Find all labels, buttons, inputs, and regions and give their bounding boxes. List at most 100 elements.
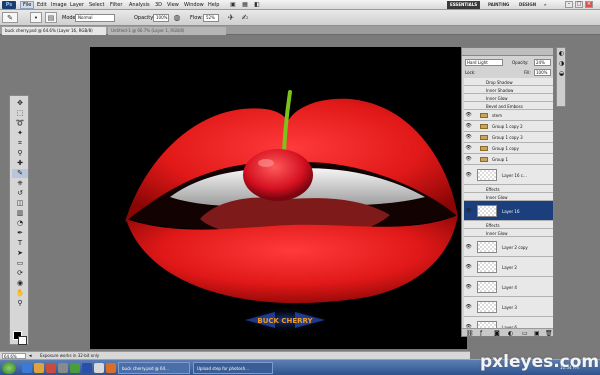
brush-preset-picker[interactable]: • <box>30 12 42 23</box>
firefox-icon[interactable] <box>106 363 116 373</box>
menu-help[interactable]: Help <box>208 2 219 8</box>
menu-image[interactable]: Image <box>51 2 67 8</box>
photoshop-task-icon[interactable] <box>82 363 92 373</box>
tab-untitled-1[interactable]: Untitled-1 @ 66.7% (Layer 1, RGB/8) <box>108 27 226 35</box>
history-brush-tool-icon[interactable]: ↺ <box>12 189 28 198</box>
layer-effect-row[interactable]: Bevel and Emboss <box>464 102 553 110</box>
menu-edit[interactable]: Edit <box>37 2 47 8</box>
taskbar-photoshop-button[interactable]: buck cherry.psd @ 64... <box>118 362 190 374</box>
color-panel-icon[interactable]: ◐ <box>558 50 565 57</box>
visibility-eye-icon[interactable]: 👁 <box>465 172 472 178</box>
flow-input[interactable]: 52% <box>203 14 219 22</box>
fx-icon[interactable]: ƒ <box>480 330 482 336</box>
menu-layer[interactable]: Layer <box>70 2 84 8</box>
tab-buck-cherry[interactable]: buck cherry.psd @ 64.6% (Layer 16, RGB/8… <box>2 27 106 35</box>
start-button[interactable] <box>2 362 16 374</box>
pressure-opacity-icon[interactable]: ◍ <box>172 13 182 23</box>
layer-row[interactable]: 👁 Layer 2 copy <box>464 237 553 257</box>
eyedropper-tool-icon[interactable]: ⚲ <box>12 149 28 158</box>
layer-effect-row[interactable]: Effects <box>464 221 553 229</box>
zoom-tool-icon[interactable]: ⚲ <box>12 299 28 308</box>
layer-row[interactable]: 👁 Layer 4 <box>464 277 553 297</box>
quick-select-tool-icon[interactable]: ✦ <box>12 129 28 138</box>
pressure-size-icon[interactable]: ✍ <box>240 13 250 23</box>
type-tool-icon[interactable]: T <box>12 239 28 248</box>
restore-icon[interactable]: □ <box>575 1 583 8</box>
visibility-eye-icon[interactable]: 👁 <box>465 134 472 140</box>
3d-camera-tool-icon[interactable]: ◉ <box>12 279 28 288</box>
airbrush-icon[interactable]: ✈ <box>226 13 236 23</box>
visibility-eye-icon[interactable]: 👁 <box>465 264 472 270</box>
minimize-icon[interactable]: – <box>565 1 573 8</box>
app-icon[interactable] <box>58 363 68 373</box>
bridge-icon[interactable]: ▣ <box>228 0 238 10</box>
view-extras-icon[interactable]: ▦ <box>240 0 250 10</box>
lasso-tool-icon[interactable]: ➰ <box>12 119 28 128</box>
visibility-eye-icon[interactable]: 👁 <box>465 123 472 129</box>
menu-window[interactable]: Window <box>184 2 204 8</box>
menu-select[interactable]: Select <box>89 2 104 8</box>
dodge-tool-icon[interactable]: ◔ <box>12 219 28 228</box>
masks-panel-icon[interactable]: ◒ <box>558 70 565 77</box>
ie-icon[interactable] <box>22 363 32 373</box>
visibility-eye-icon[interactable]: 👁 <box>465 304 472 310</box>
new-group-icon[interactable]: ▭ <box>522 330 528 336</box>
menu-file[interactable]: File <box>20 1 35 9</box>
hand-tool-icon[interactable]: ✋ <box>12 289 28 298</box>
media-icon[interactable] <box>46 363 56 373</box>
new-layer-icon[interactable]: ▣ <box>534 330 540 336</box>
brush-tool-icon[interactable]: ✎ <box>12 169 28 178</box>
background-color-swatch[interactable] <box>18 336 27 345</box>
workspace-design[interactable]: DESIGN <box>516 1 539 9</box>
clone-stamp-tool-icon[interactable]: ⎈ <box>12 179 28 188</box>
layer-group-row[interactable]: 👁 stem <box>464 110 553 121</box>
layer-opacity-input[interactable]: 24% <box>534 59 551 66</box>
brush-panel-toggle[interactable]: ▤ <box>45 12 57 23</box>
adjustment-layer-icon[interactable]: ◐ <box>508 330 513 336</box>
mode-select[interactable]: Normal <box>75 14 115 22</box>
visibility-eye-icon[interactable]: 👁 <box>465 112 472 118</box>
taskbar-upload-button[interactable]: Upload step for photosh... <box>193 362 273 374</box>
layer-effect-row[interactable]: Inner Glow <box>464 193 553 201</box>
layer-row[interactable]: 👁 Layer 2 <box>464 257 553 277</box>
fill-input[interactable]: 100% <box>534 69 551 76</box>
menu-analysis[interactable]: Analysis <box>129 2 150 8</box>
menu-3d[interactable]: 3D <box>155 2 162 8</box>
visibility-eye-icon[interactable]: 👁 <box>465 244 472 250</box>
layer-effect-row[interactable]: Drop Shadow <box>464 78 553 86</box>
gradient-tool-icon[interactable]: ▥ <box>12 209 28 218</box>
zoom-level-icon[interactable]: ◧ <box>252 0 262 10</box>
pen-tool-icon[interactable]: ✒ <box>12 229 28 238</box>
layer-row[interactable]: 👁 Layer 3 <box>464 297 553 317</box>
visibility-eye-icon[interactable]: 👁 <box>465 208 472 214</box>
delete-layer-icon[interactable]: 🗑 <box>545 330 553 336</box>
layer-effect-row[interactable]: Inner Glow <box>464 94 553 102</box>
app3-icon[interactable] <box>94 363 104 373</box>
visibility-eye-icon[interactable]: 👁 <box>465 156 472 162</box>
link-layers-icon[interactable]: ⛓ <box>466 330 474 336</box>
tool-preset-picker[interactable]: ✎ <box>2 12 18 23</box>
workspace-essentials[interactable]: ESSENTIALS <box>447 1 481 9</box>
visibility-eye-icon[interactable]: 👁 <box>465 284 472 290</box>
opacity-input[interactable]: 100% <box>153 14 169 22</box>
workspace-painting[interactable]: PAINTING <box>485 1 512 9</box>
document-canvas[interactable]: BUCK CHERRY <box>90 47 467 349</box>
visibility-eye-icon[interactable]: 👁 <box>465 145 472 151</box>
layer-effect-row[interactable]: Inner Shadow <box>464 86 553 94</box>
move-tool-icon[interactable]: ✥ <box>12 99 28 108</box>
shape-tool-icon[interactable]: ▭ <box>12 259 28 268</box>
path-select-tool-icon[interactable]: ➤ <box>12 249 28 258</box>
adjustments-panel-icon[interactable]: ◑ <box>558 60 565 67</box>
app2-icon[interactable] <box>70 363 80 373</box>
close-icon[interactable]: × <box>585 1 593 8</box>
eraser-tool-icon[interactable]: ◫ <box>12 199 28 208</box>
layer-effect-row[interactable]: Effects <box>464 185 553 193</box>
add-mask-icon[interactable]: ◙ <box>494 330 500 336</box>
menu-filter[interactable]: Filter <box>110 2 122 8</box>
healing-brush-tool-icon[interactable]: ✚ <box>12 159 28 168</box>
layer-group-row[interactable]: 👁 Group 1 copy <box>464 143 553 154</box>
layer-row[interactable]: 👁 Layer 16 <box>464 201 553 221</box>
layer-group-row[interactable]: 👁 Group 1 copy 3 <box>464 132 553 143</box>
explorer-icon[interactable] <box>34 363 44 373</box>
menu-view[interactable]: View <box>167 2 179 8</box>
